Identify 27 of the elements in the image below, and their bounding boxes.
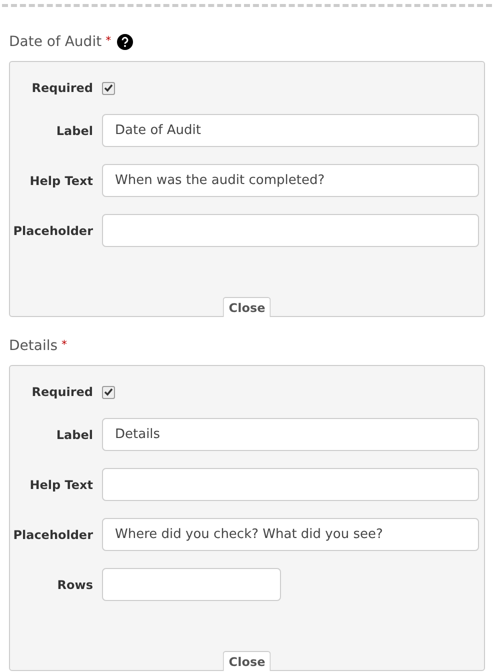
close-button[interactable]: Close <box>222 651 272 671</box>
help-icon[interactable] <box>117 34 134 50</box>
required-checkbox[interactable] <box>102 82 115 94</box>
text-field[interactable]: Details <box>102 418 479 451</box>
field-label: Rows <box>56 576 93 594</box>
section-title: Details <box>9 336 58 356</box>
checkmark-icon <box>104 388 113 396</box>
required-checkbox[interactable] <box>102 386 115 398</box>
required-mark: * <box>106 33 112 49</box>
field-label: Required <box>30 80 93 97</box>
text-field[interactable] <box>102 568 281 601</box>
checkmark-icon <box>104 84 113 92</box>
field-label: Placeholder <box>12 222 93 240</box>
field-label: Help Text <box>28 476 93 494</box>
field-label: Label <box>55 426 93 444</box>
text-field[interactable] <box>102 468 479 501</box>
text-field[interactable] <box>102 214 479 247</box>
field-label: Required <box>30 384 93 401</box>
text-field[interactable]: Where did you check? What did you see? <box>102 518 479 551</box>
text-field[interactable]: Date of Audit <box>102 114 479 147</box>
field-label: Label <box>55 122 93 140</box>
required-mark: * <box>62 337 68 353</box>
field-label: Placeholder <box>12 526 93 544</box>
close-button[interactable]: Close <box>222 297 272 317</box>
section-title: Date of Audit <box>9 32 102 52</box>
field-label: Help Text <box>28 172 93 190</box>
text-field[interactable]: When was the audit completed? <box>102 164 479 197</box>
